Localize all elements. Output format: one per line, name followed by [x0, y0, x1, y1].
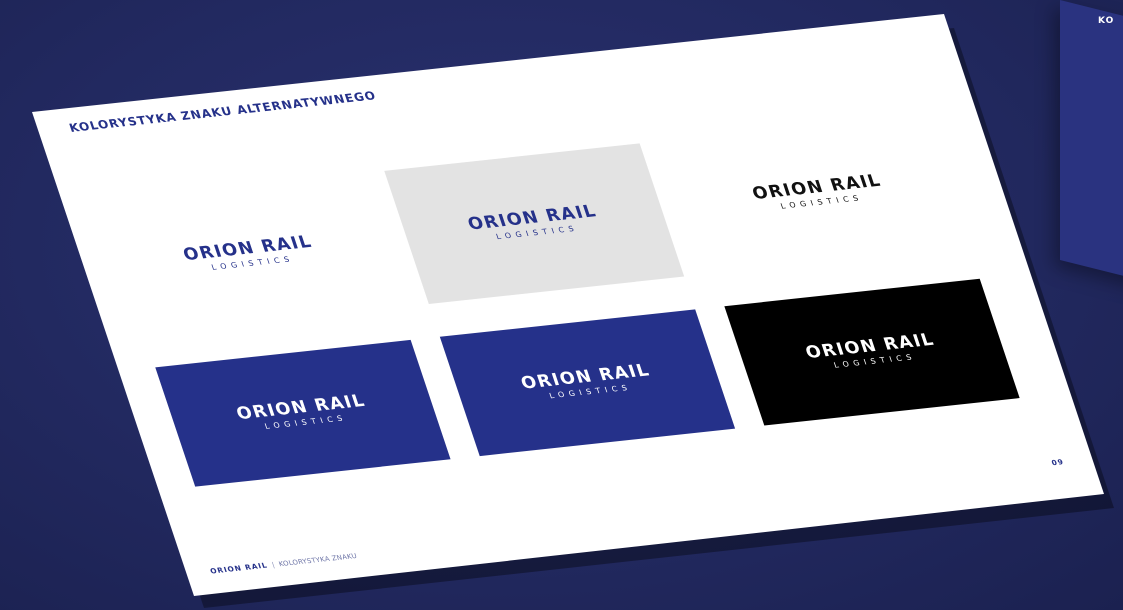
logo-variant-grey: ORION RAIL LOGISTICS — [384, 143, 685, 304]
logo-variant-black: ORION RAIL LOGISTICS — [724, 278, 1020, 426]
logo-variant-white: ORION RAIL LOGISTICS — [99, 173, 400, 335]
logo-variant-blue-2: ORION RAIL LOGISTICS — [439, 309, 736, 457]
footer-section: KOLORYSTYKA ZNAKU — [277, 551, 358, 568]
footer-separator: | — [270, 560, 276, 569]
presentation-mockup: KO KOLORYSTYKA ZNAKU ALTERNATYWNEGO ORIO… — [0, 0, 1123, 610]
next-slide-edge — [1060, 0, 1123, 290]
slide-footer: ORION RAIL | KOLORYSTYKA ZNAKU — [209, 552, 358, 576]
next-slide-heading: KO — [1098, 16, 1115, 26]
slide-content: KOLORYSTYKA ZNAKU ALTERNATYWNEGO ORION R… — [32, 14, 1106, 596]
logo-variant-black-on-white: ORION RAIL LOGISTICS — [668, 112, 969, 274]
page-number: 09 — [1050, 457, 1066, 467]
footer-brand: ORION RAIL — [209, 561, 269, 576]
logo-variant-blue: ORION RAIL LOGISTICS — [155, 339, 451, 487]
